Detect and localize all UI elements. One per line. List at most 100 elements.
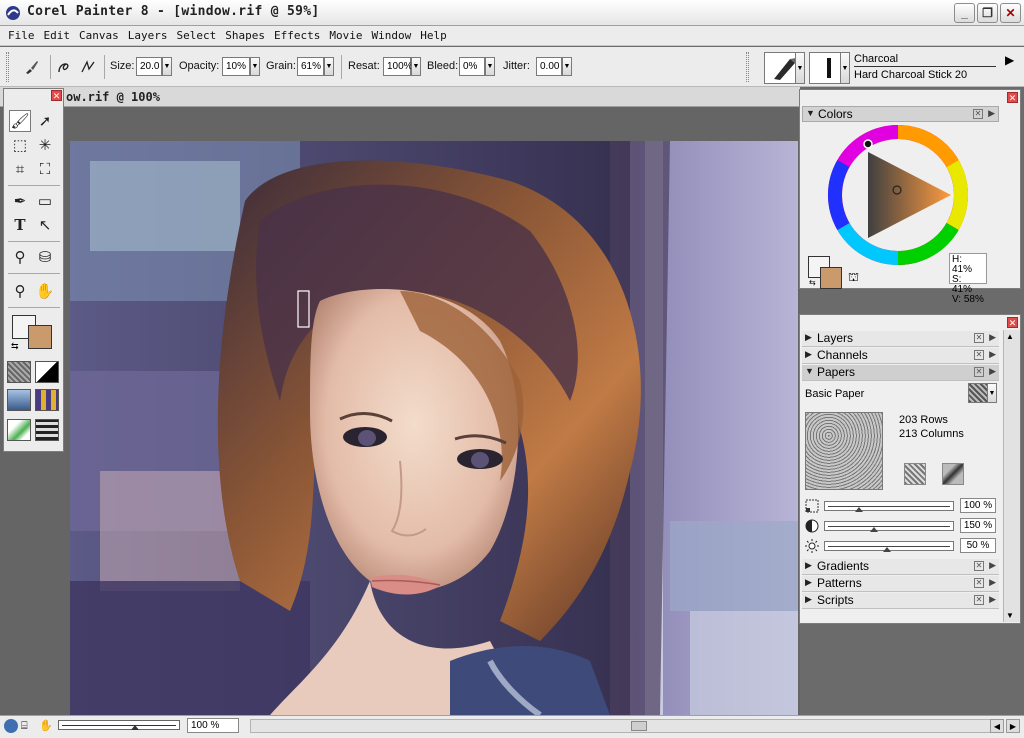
text-icon[interactable]: T [9, 214, 31, 236]
gradients-panel-header[interactable]: ▶ Gradients ✕ ▶ [802, 559, 999, 575]
paper-contrast-thumb[interactable] [870, 527, 879, 532]
color-wheel[interactable] [827, 124, 969, 266]
toolbar-grip[interactable] [6, 52, 9, 82]
brush-tool-icon[interactable] [22, 57, 42, 77]
stacked-palettes-close-icon[interactable]: ✕ [1007, 317, 1018, 328]
scroll-left-icon[interactable]: ◀ [990, 719, 1004, 733]
paint-bucket-icon[interactable]: ⛁ [34, 246, 56, 268]
horizontal-scrollbar[interactable] [250, 719, 998, 733]
scripts-panel-close-icon[interactable]: ✕ [974, 595, 984, 605]
bleed-dropdown[interactable]: ▼ [485, 57, 495, 76]
shape-selection-icon[interactable]: ↖ [34, 214, 56, 236]
bleed-field[interactable]: 0% [459, 57, 485, 76]
scroll-up-icon[interactable]: ▲ [1006, 332, 1014, 341]
palette-scrollbar[interactable]: ▲ ▼ [1003, 330, 1020, 622]
weaving-selector-icon[interactable] [35, 389, 59, 411]
scroll-down-icon[interactable]: ▼ [1006, 611, 1014, 620]
jitter-dropdown[interactable]: ▼ [562, 57, 572, 76]
size-field[interactable]: 20.0 [136, 57, 162, 76]
grabber-status-icon[interactable]: ✋ [39, 719, 55, 733]
papers-panel-close-icon[interactable]: ✕ [974, 367, 984, 377]
horizontal-scroll-thumb[interactable] [631, 721, 647, 731]
painting-canvas[interactable] [70, 141, 798, 715]
colors-panel-close-icon[interactable]: ✕ [973, 109, 983, 119]
brush-category-dropdown[interactable]: ▼ [795, 52, 805, 84]
patterns-panel-header[interactable]: ▶ Patterns ✕ ▶ [802, 576, 999, 592]
paper-selector-icon[interactable] [7, 361, 31, 383]
paper-scale-value[interactable]: 100 % [960, 498, 996, 513]
colors-additional-swatch[interactable] [820, 267, 842, 289]
gradients-panel-close-icon[interactable]: ✕ [974, 561, 984, 571]
clone-color-stamp-icon[interactable]: ⛫ [848, 270, 862, 284]
freehand-stroke-icon[interactable] [56, 57, 76, 77]
menu-canvas[interactable]: Canvas [75, 26, 124, 45]
brush-icon[interactable]: 🖌 [9, 110, 31, 132]
opacity-dropdown[interactable]: ▼ [250, 57, 260, 76]
colors-palette-close-icon[interactable]: ✕ [1007, 92, 1018, 103]
channels-panel-menu-icon[interactable]: ▶ [989, 349, 996, 360]
rect-select-icon[interactable]: ⬚ [9, 134, 31, 156]
patterns-panel-menu-icon[interactable]: ▶ [989, 577, 996, 588]
minimize-button[interactable]: _ [954, 3, 975, 23]
lasso-icon[interactable]: ⛶ [34, 158, 56, 180]
paper-brightness-value[interactable]: 50 % [960, 538, 996, 553]
size-dropdown[interactable]: ▼ [162, 57, 172, 76]
swap-colors-icon[interactable]: ⇆ [11, 341, 19, 352]
colors-panel-header[interactable]: ▼ Colors ✕ ▶ [802, 106, 999, 122]
document-info-icon[interactable] [4, 719, 18, 733]
dropper-icon[interactable]: ⚲ [9, 246, 31, 268]
paper-directional-icon[interactable] [942, 463, 964, 485]
toolbox-close-icon[interactable]: ✕ [51, 90, 62, 101]
resat-field[interactable]: 100% [383, 57, 413, 76]
grain-field[interactable]: 61% [297, 57, 324, 76]
papers-panel-menu-icon[interactable]: ▶ [989, 366, 996, 377]
additional-color-swatch[interactable] [28, 325, 52, 349]
layers-panel-close-icon[interactable]: ✕ [974, 333, 984, 343]
restore-button[interactable]: ❐ [977, 3, 998, 23]
brush-selector-grip[interactable] [746, 52, 749, 82]
brush-variant-dropdown[interactable]: ▼ [840, 52, 850, 84]
channels-panel-close-icon[interactable]: ✕ [974, 350, 984, 360]
rectangle-shape-icon[interactable]: ▭ [34, 190, 56, 212]
patterns-panel-close-icon[interactable]: ✕ [974, 578, 984, 588]
paper-contrast-value[interactable]: 150 % [960, 518, 996, 533]
menu-help[interactable]: Help [416, 26, 452, 45]
zoom-thumb[interactable] [131, 725, 139, 730]
nozzle-selector-icon[interactable] [35, 419, 59, 441]
paper-scale-slider[interactable] [824, 501, 954, 512]
menu-edit[interactable]: Edit [40, 26, 76, 45]
menu-select[interactable]: Select [173, 26, 222, 45]
pen-icon[interactable]: ✒ [9, 190, 31, 212]
menu-movie[interactable]: Movie [325, 26, 367, 45]
pattern-selector-icon[interactable] [7, 389, 31, 411]
layers-panel-menu-icon[interactable]: ▶ [989, 332, 996, 343]
paper-brightness-slider[interactable] [824, 541, 954, 552]
menu-file[interactable]: File [4, 26, 40, 45]
paper-brightness-thumb[interactable] [882, 547, 891, 552]
grain-dropdown[interactable]: ▼ [324, 57, 334, 76]
invert-paper-icon[interactable] [904, 463, 926, 485]
resat-dropdown[interactable]: ▼ [411, 57, 421, 76]
crop-icon[interactable]: ⌗ [9, 158, 31, 180]
paper-scale-thumb[interactable] [854, 507, 863, 512]
menu-layers[interactable]: Layers [124, 26, 173, 45]
scripts-panel-header[interactable]: ▶ Scripts ✕ ▶ [802, 593, 999, 609]
scripts-panel-menu-icon[interactable]: ▶ [989, 594, 996, 605]
papers-panel-header[interactable]: ▼ Papers ✕ ▶ [802, 365, 999, 381]
magic-wand-icon[interactable]: ✳ [34, 134, 56, 156]
layers-panel-header[interactable]: ▶ Layers ✕ ▶ [802, 331, 999, 347]
straight-line-stroke-icon[interactable] [78, 57, 98, 77]
close-button[interactable]: ✕ [1000, 3, 1021, 23]
brush-menu-arrow-icon[interactable]: ▶ [1005, 53, 1014, 67]
paper-library-dropdown[interactable]: ▼ [987, 383, 997, 403]
magnifier-icon[interactable]: ⚲ [9, 280, 31, 302]
menu-effects[interactable]: Effects [270, 26, 325, 45]
jitter-field[interactable]: 0.00 [536, 57, 562, 76]
layer-adjuster-icon[interactable]: ➚ [34, 110, 56, 132]
drawing-mode-icon[interactable]: ⌸ [21, 719, 37, 733]
menu-window[interactable]: Window [367, 26, 416, 45]
scroll-right-icon[interactable]: ▶ [1006, 719, 1020, 733]
colors-swap-icon[interactable]: ⇆ [809, 278, 816, 287]
zoom-level[interactable]: 100 % [187, 718, 239, 733]
gradient-selector-icon[interactable] [35, 361, 59, 383]
